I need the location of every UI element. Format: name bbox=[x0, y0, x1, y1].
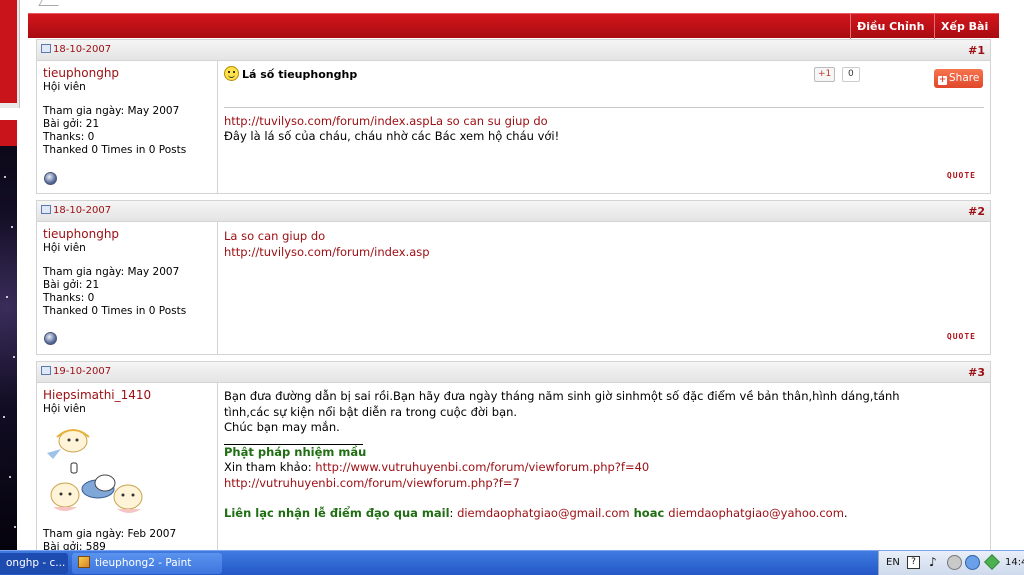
taskbar-item-browser[interactable]: onghp - c... bbox=[0, 553, 68, 574]
clock[interactable]: 14:4 bbox=[1005, 557, 1024, 568]
post-content: La so can giup do http://tuvilyso.com/fo… bbox=[224, 229, 984, 260]
signature-link-2[interactable]: http://vutruhuyenbi.com/forum/viewforum.… bbox=[224, 476, 984, 492]
post-text-line: Chúc bạn may mắn. bbox=[224, 420, 340, 434]
thanks-count: Thanks: 0 bbox=[43, 292, 95, 304]
join-date: Tham gia ngày: May 2007 bbox=[43, 266, 180, 278]
email-end: . bbox=[843, 506, 848, 520]
username-link[interactable]: tieuphonghp bbox=[43, 66, 217, 80]
signature-title: Phật pháp nhiệm mầu bbox=[224, 444, 367, 459]
post-date: 18-10-2007 bbox=[53, 205, 112, 216]
post-icon bbox=[41, 205, 51, 214]
plus-icon: + bbox=[938, 75, 947, 85]
quote-button[interactable]: QUOTE bbox=[947, 332, 976, 341]
smiley-icon bbox=[224, 66, 239, 81]
user-title: Hội viên bbox=[43, 81, 86, 93]
system-tray: EN ? ♪ 14:4 bbox=[878, 551, 1024, 575]
messenger-icon[interactable] bbox=[965, 555, 980, 570]
post-message: Đây là lá số của cháu, cháu nhờ các Bác … bbox=[224, 129, 560, 143]
thanks-count: Thanks: 0 bbox=[43, 131, 95, 143]
username-link[interactable]: tieuphonghp bbox=[43, 227, 217, 241]
online-status-icon bbox=[44, 172, 57, 185]
thread-toolbar: Điều Chỉnh Xếp Bài bbox=[28, 13, 999, 55]
screen: Điều Chỉnh Xếp Bài 18-10-2007 #1 tieupho… bbox=[0, 0, 1024, 575]
contact-label: Liên lạc nhận lễ điểm đạo qua mail bbox=[224, 506, 450, 520]
email-link-2[interactable]: diemdaophatgiao@yahoo.com bbox=[668, 506, 844, 520]
post-content: Bạn đưa đường dẫn bị sai rồi.Bạn hãy đưa… bbox=[224, 389, 984, 522]
thanked-count: Thanked 0 Times in 0 Posts bbox=[43, 305, 187, 317]
post-title: Lá số tieuphonghp bbox=[242, 68, 358, 81]
post-header: 18-10-2007 #1 bbox=[37, 40, 990, 61]
post-date: 19-10-2007 bbox=[53, 366, 112, 377]
post-date: 18-10-2007 bbox=[53, 44, 112, 55]
post-number-link[interactable]: #1 bbox=[968, 44, 985, 57]
speaker-icon[interactable]: ♪ bbox=[929, 555, 937, 569]
post-icon bbox=[41, 44, 51, 53]
post-number-link[interactable]: #3 bbox=[968, 366, 985, 379]
user-info: tieuphonghp Hội viên Tham gia ngày: May … bbox=[37, 61, 218, 193]
or-label: hoac bbox=[629, 506, 669, 520]
user-avatar bbox=[47, 429, 143, 513]
post-2: 18-10-2007 #2 tieuphonghp Hội viên Tham … bbox=[36, 200, 991, 355]
post-count: Bài gởi: 21 bbox=[43, 118, 100, 130]
window-corner-sliver bbox=[38, 0, 62, 6]
taskbar: onghp - c... tieuphong2 - Paint EN ? ♪ 1… bbox=[0, 550, 1024, 575]
network-icon[interactable] bbox=[984, 554, 1000, 570]
post-link[interactable]: http://tuvilyso.com/forum/index.aspLa so… bbox=[224, 114, 984, 130]
sort-menu-button[interactable]: Xếp Bài bbox=[934, 14, 999, 55]
post-1: 18-10-2007 #1 tieuphonghp Hội viên Tham … bbox=[36, 39, 991, 194]
username-link[interactable]: Hiepsimathi_1410 bbox=[43, 388, 217, 402]
quote-button[interactable]: QUOTE bbox=[947, 171, 976, 180]
post-content: Lá số tieuphonghp +1 0 + Share http://tuv… bbox=[224, 61, 984, 145]
desktop-wallpaper bbox=[0, 146, 17, 550]
user-info: Hiepsimathi_1410 Hội viên Tham gia ngày:… bbox=[37, 383, 218, 560]
user-info: tieuphonghp Hội viên Tham gia ngày: May … bbox=[37, 222, 218, 354]
language-indicator[interactable]: EN bbox=[886, 557, 900, 568]
post-text-line: La so can giup do bbox=[224, 229, 326, 243]
join-date: Tham gia ngày: Feb 2007 bbox=[43, 528, 177, 540]
edit-menu-button[interactable]: Điều Chỉnh bbox=[850, 14, 933, 55]
taskbar-item-paint[interactable]: tieuphong2 - Paint bbox=[72, 553, 222, 574]
join-date: Tham gia ngày: May 2007 bbox=[43, 105, 180, 117]
divider bbox=[224, 106, 984, 108]
post-text-line: tình,các sự kiện nổi bật diễn ra trong c… bbox=[224, 404, 518, 419]
post-header: 19-10-2007 #3 bbox=[37, 362, 990, 383]
background-window-edge bbox=[0, 0, 20, 550]
share-button[interactable]: + Share bbox=[934, 69, 984, 88]
post-link[interactable]: http://tuvilyso.com/forum/index.asp bbox=[224, 245, 984, 261]
help-icon[interactable]: ? bbox=[907, 556, 920, 569]
signature-ref-label: Xin tham khảo: bbox=[224, 460, 316, 474]
signature-link-1[interactable]: http://www.vutruhuyenbi.com/forum/viewfo… bbox=[315, 460, 649, 474]
post-text-line: Bạn đưa đường dẫn bị sai rồi.Bạn hãy đưa… bbox=[224, 389, 900, 403]
user-title: Hội viên bbox=[43, 242, 86, 254]
online-status-icon bbox=[44, 332, 57, 345]
post-count: Bài gởi: 21 bbox=[43, 279, 100, 291]
post-icon bbox=[41, 366, 51, 375]
post-3: 19-10-2007 #3 Hiepsimathi_1410 Hội viên bbox=[36, 361, 991, 561]
paint-icon bbox=[78, 556, 90, 568]
email-link-1[interactable]: diemdaophatgiao@gmail.com bbox=[457, 506, 630, 520]
google-plus-count: 0 bbox=[842, 67, 860, 82]
contact-colon: : bbox=[449, 506, 458, 520]
tray-app-icon[interactable] bbox=[947, 555, 962, 570]
post-header: 18-10-2007 #2 bbox=[37, 201, 990, 222]
google-plus-button[interactable]: +1 bbox=[814, 67, 836, 82]
user-title: Hội viên bbox=[43, 403, 86, 415]
thanked-count: Thanked 0 Times in 0 Posts bbox=[43, 144, 187, 156]
post-number-link[interactable]: #2 bbox=[968, 205, 985, 218]
